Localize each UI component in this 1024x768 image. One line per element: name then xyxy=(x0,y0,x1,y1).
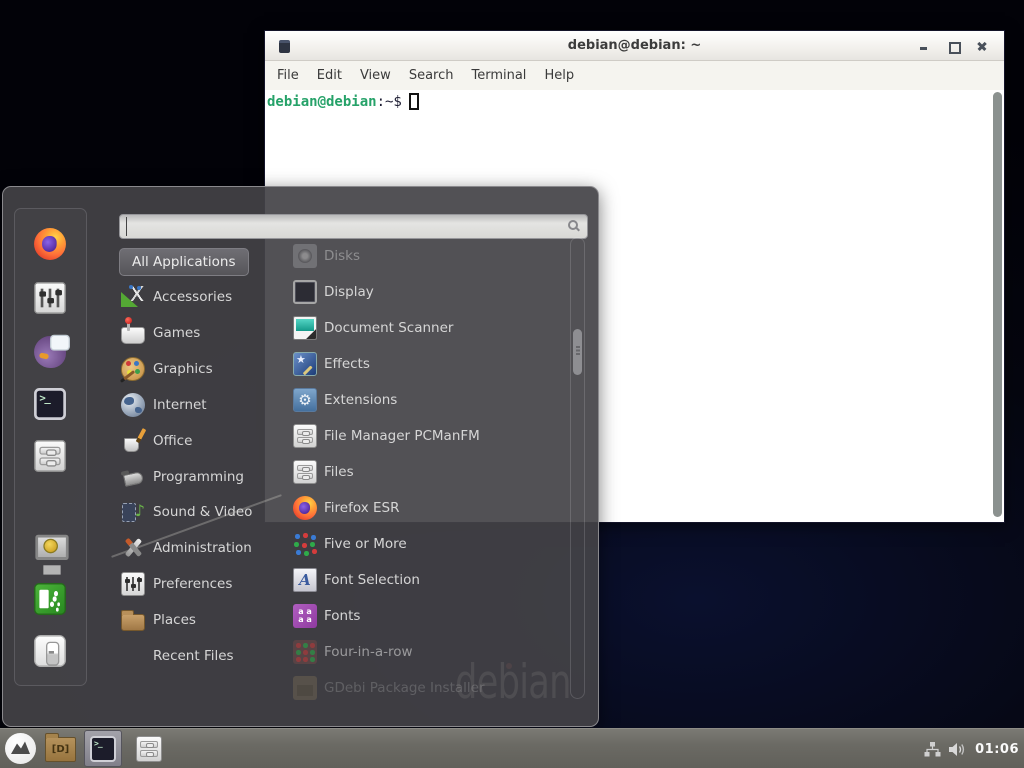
favorite-screensaver[interactable] xyxy=(38,536,62,560)
games-icon xyxy=(121,327,145,344)
power-icon xyxy=(34,635,66,667)
programming-icon xyxy=(121,465,145,489)
category-office[interactable]: Office xyxy=(121,423,271,459)
menu-search[interactable]: Search xyxy=(400,68,463,83)
desktop-folder-button[interactable]: [D] xyxy=(45,737,76,762)
close-button[interactable] xyxy=(976,40,988,52)
app-item-files[interactable]: Files xyxy=(293,454,558,490)
menu-edit[interactable]: Edit xyxy=(308,68,351,83)
system-tray: 01:06 xyxy=(924,729,1019,768)
preferences-icon xyxy=(121,572,145,596)
sound-video-icon xyxy=(121,500,145,524)
firefox-icon xyxy=(34,228,66,260)
terminal-scrollbar[interactable] xyxy=(993,92,1002,517)
administration-icon xyxy=(121,536,145,560)
terminal-window-title: debian@debian: ~ xyxy=(568,38,701,53)
prompt-user-host: debian@debian xyxy=(267,94,377,110)
favorite-power[interactable] xyxy=(38,639,62,663)
fonts-icon xyxy=(293,604,317,628)
search-box xyxy=(119,214,588,239)
minimize-button[interactable] xyxy=(918,40,930,52)
start-menu: All Applications Accessories Games Graph… xyxy=(2,186,599,727)
terminal-mini-icon xyxy=(279,40,290,53)
preferences-icon xyxy=(34,282,66,314)
search-icon xyxy=(568,220,578,230)
app-item-font-selection[interactable]: Font Selection xyxy=(293,562,558,598)
menu-scrollbar-thumb[interactable] xyxy=(573,329,582,375)
favorite-preferences[interactable] xyxy=(38,286,62,310)
file-cabinet-icon xyxy=(293,460,317,484)
maximize-button[interactable] xyxy=(947,40,959,52)
category-sound-video[interactable]: Sound & Video xyxy=(121,494,271,530)
menu-help[interactable]: Help xyxy=(535,68,583,83)
graphics-icon xyxy=(121,357,145,381)
terminal-cursor xyxy=(409,93,419,110)
favorite-pidgin[interactable] xyxy=(38,340,62,364)
app-item-display[interactable]: Display xyxy=(293,274,558,310)
app-item-fonts[interactable]: Fonts xyxy=(293,598,558,634)
category-places[interactable]: Places xyxy=(121,602,271,638)
screensaver-icon xyxy=(34,532,66,564)
menu-view[interactable]: View xyxy=(351,68,400,83)
category-games[interactable]: Games xyxy=(121,315,271,351)
menu-file[interactable]: File xyxy=(268,68,308,83)
taskbar-files-button[interactable] xyxy=(136,736,162,762)
app-item-file-manager-pcmanfm[interactable]: File Manager PCManFM xyxy=(293,418,558,454)
favorite-logout[interactable] xyxy=(38,587,62,611)
app-item-disks[interactable]: Disks xyxy=(293,238,558,274)
category-administration[interactable]: Administration xyxy=(121,530,271,566)
document-scanner-icon xyxy=(293,316,317,340)
app-item-five-or-more[interactable]: Five or More xyxy=(293,526,558,562)
category-graphics[interactable]: Graphics xyxy=(121,351,271,387)
category-all-applications[interactable]: All Applications xyxy=(119,248,249,276)
app-item-gdebi[interactable]: GDebi Package Installer xyxy=(293,670,558,706)
terminal-icon xyxy=(90,736,116,762)
category-preferences[interactable]: Preferences xyxy=(121,566,271,602)
four-in-a-row-icon xyxy=(293,640,317,664)
places-icon xyxy=(121,614,145,631)
pidgin-icon xyxy=(34,336,66,368)
display-icon xyxy=(293,280,317,304)
clock[interactable]: 01:06 xyxy=(975,742,1019,757)
office-icon xyxy=(121,429,145,453)
file-cabinet-icon xyxy=(293,424,317,448)
terminal-titlebar[interactable]: debian@debian: ~ xyxy=(265,31,1004,61)
file-cabinet-icon xyxy=(136,736,162,762)
terminal-menubar: File Edit View Search Terminal Help xyxy=(265,61,1004,90)
app-item-document-scanner[interactable]: Document Scanner xyxy=(293,310,558,346)
accessories-icon xyxy=(121,285,145,309)
five-or-more-icon xyxy=(293,532,317,556)
favorite-files[interactable] xyxy=(38,444,62,468)
app-item-four-in-a-row[interactable]: Four-in-a-row xyxy=(293,634,558,670)
extensions-icon xyxy=(293,388,317,412)
favorite-terminal[interactable] xyxy=(38,392,62,416)
taskbar-terminal-button[interactable] xyxy=(84,730,122,767)
network-icon[interactable] xyxy=(924,742,941,757)
menu-logo-icon xyxy=(5,733,36,764)
taskbar: [D] 01:06 xyxy=(0,728,1024,768)
font-selection-icon xyxy=(293,568,317,592)
app-item-effects[interactable]: Effects xyxy=(293,346,558,382)
app-item-extensions[interactable]: Extensions xyxy=(293,382,558,418)
prompt-suffix: :~$ xyxy=(377,94,402,110)
menu-scrollbar-track[interactable] xyxy=(570,237,585,699)
terminal-icon xyxy=(34,388,66,420)
menu-button[interactable] xyxy=(5,733,36,764)
category-accessories[interactable]: Accessories xyxy=(121,279,271,315)
firefox-icon xyxy=(293,496,317,520)
file-cabinet-icon xyxy=(34,440,66,472)
menu-terminal[interactable]: Terminal xyxy=(462,68,535,83)
category-recent-files[interactable]: Recent Files xyxy=(121,638,271,674)
internet-icon xyxy=(121,393,145,417)
category-internet[interactable]: Internet xyxy=(121,387,271,423)
favorite-firefox[interactable] xyxy=(38,232,62,256)
app-item-firefox-esr[interactable]: Firefox ESR xyxy=(293,490,558,526)
logout-icon xyxy=(34,583,66,615)
search-input[interactable] xyxy=(126,217,556,236)
effects-icon xyxy=(293,352,317,376)
volume-icon[interactable] xyxy=(949,742,967,757)
gdebi-icon xyxy=(293,676,317,700)
category-programming[interactable]: Programming xyxy=(121,459,271,495)
disks-icon xyxy=(293,244,317,268)
